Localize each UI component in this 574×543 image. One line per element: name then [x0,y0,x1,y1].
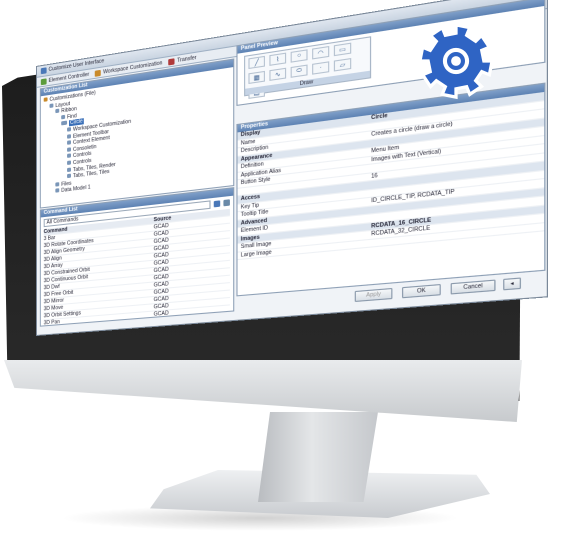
tree-node-icon [61,121,67,126]
ribbon-tool[interactable]: ╱ [248,56,265,69]
properties-table: Display Circle Name Description Creates a ci… [238,92,545,260]
ribbon-tool[interactable]: ⬭ [291,65,308,78]
tree-node-icon [67,140,71,145]
properties-panel: Properties Display Circle Name Description C… [236,82,545,296]
ribbon-tool[interactable]: ▱ [334,58,351,72]
tree-node-icon [67,154,71,159]
apply-button[interactable]: Apply [355,288,393,302]
collapse-arrow-icon: ◂ [510,280,513,287]
ribbon-tool[interactable]: ◠ [312,46,329,60]
monitor-stand-neck [258,412,378,502]
element-icon [41,78,47,85]
monitor-chin [4,360,522,422]
transfer-icon [169,58,175,65]
ribbon-tool[interactable]: ∿ [269,68,286,81]
ribbon-tool[interactable]: ▭ [334,43,351,57]
app-icon [41,67,47,74]
ribbon-tool[interactable]: · [312,61,329,74]
tree-node-icon [67,127,71,132]
tree-node-icon [67,160,71,165]
help-button[interactable]: ◂ [503,277,521,290]
tree-node-icon [61,115,65,120]
gear-icon [415,20,497,102]
transfer-button[interactable]: Transfer [169,54,197,65]
new-command-icon[interactable] [214,200,220,207]
ok-button[interactable]: OK [402,284,441,298]
ribbon-tool[interactable]: ○ [291,49,308,62]
tree-node-icon [55,109,59,114]
search-icon[interactable] [223,199,229,206]
command-table-body: 3 Bar GCAD 3D Rotate Coordinates GCAD 3D Ali… [44,216,230,327]
ribbon-tool[interactable]: ⌇ [269,53,286,66]
tree-node-icon [67,147,71,152]
tree-node-icon [50,103,54,108]
tree-node-icon [67,174,71,179]
ribbon-tool[interactable]: ▦ [248,71,265,84]
tree-node-icon [67,134,71,139]
cancel-button[interactable]: Cancel [451,280,496,295]
tree-node-icon [67,167,71,172]
tree-node-icon [55,188,59,192]
command-list-panel: Command List All Commands Command Source… [40,187,234,327]
transfer-label: Transfer [177,54,196,63]
gear-center [451,56,461,66]
workspace-icon [95,69,101,76]
tree-node-icon [44,97,48,102]
tree-node-icon [55,182,59,187]
